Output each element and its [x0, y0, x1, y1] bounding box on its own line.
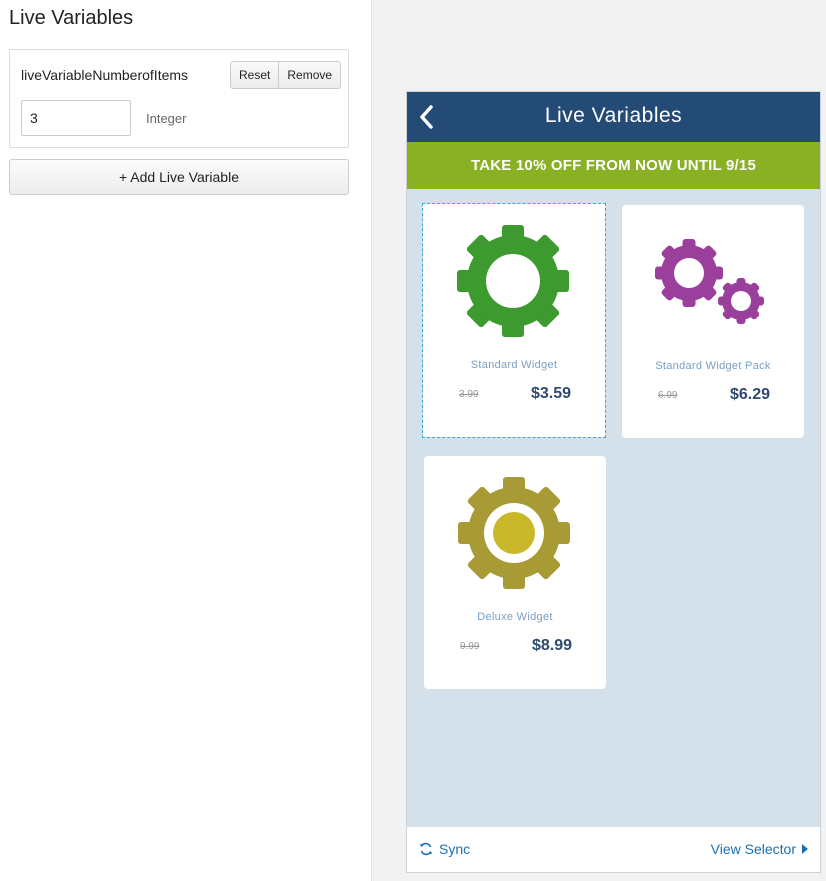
- preview-area: Live Variables TAKE 10% OFF FROM NOW UNT…: [371, 0, 826, 881]
- remove-button[interactable]: Remove: [278, 62, 340, 88]
- sale-price: $3.59: [530, 385, 571, 402]
- sale-price: $6.29: [729, 386, 770, 403]
- variable-value-input[interactable]: [21, 100, 131, 136]
- product-name: Standard Widget Pack: [655, 360, 771, 372]
- add-live-variable-button[interactable]: + Add Live Variable: [9, 159, 349, 195]
- variable-type-label: Integer: [146, 111, 187, 126]
- original-price: 9.99: [460, 641, 480, 652]
- product-name: Deluxe Widget: [477, 611, 553, 623]
- sync-button[interactable]: Sync: [419, 841, 470, 857]
- panel-title: Live Variables: [9, 7, 134, 29]
- sync-label: Sync: [439, 841, 471, 857]
- preview-footer: Sync View Selector: [407, 826, 820, 872]
- sync-icon: [420, 842, 432, 856]
- live-variable-card: liveVariableNumberofItems Reset Remove I…: [9, 49, 349, 148]
- promo-banner: TAKE 10% OFF FROM NOW UNTIL 9/15: [407, 142, 820, 189]
- product-card[interactable]: Standard Widget 3.99 $3.59: [422, 203, 606, 438]
- app-title: Live Variables: [544, 104, 683, 127]
- gold-gear-icon: [458, 477, 570, 589]
- product-name: Standard Widget: [470, 359, 558, 371]
- product-card[interactable]: Standard Widget Pack 6.99 $6.29: [622, 205, 804, 438]
- original-price: 3.99: [459, 389, 479, 400]
- green-gear-icon: [457, 225, 569, 337]
- view-selector-label: View Selector: [710, 841, 796, 857]
- purple-gears-icon: [655, 239, 764, 324]
- sale-price: $8.99: [531, 637, 572, 654]
- reset-button[interactable]: Reset: [231, 62, 278, 88]
- product-card[interactable]: Deluxe Widget 9.99 $8.99: [424, 456, 606, 689]
- view-selector-button[interactable]: View Selector: [711, 841, 808, 857]
- live-variables-panel: Live Variables liveVariableNumberofItems…: [0, 0, 371, 881]
- caret-right-icon: [802, 844, 808, 854]
- app-header: Live Variables: [407, 92, 820, 142]
- variable-actions: Reset Remove: [230, 61, 342, 89]
- app-preview: Live Variables TAKE 10% OFF FROM NOW UNT…: [406, 91, 821, 873]
- original-price: 6.99: [658, 390, 678, 401]
- variable-name: liveVariableNumberofItems: [21, 67, 189, 83]
